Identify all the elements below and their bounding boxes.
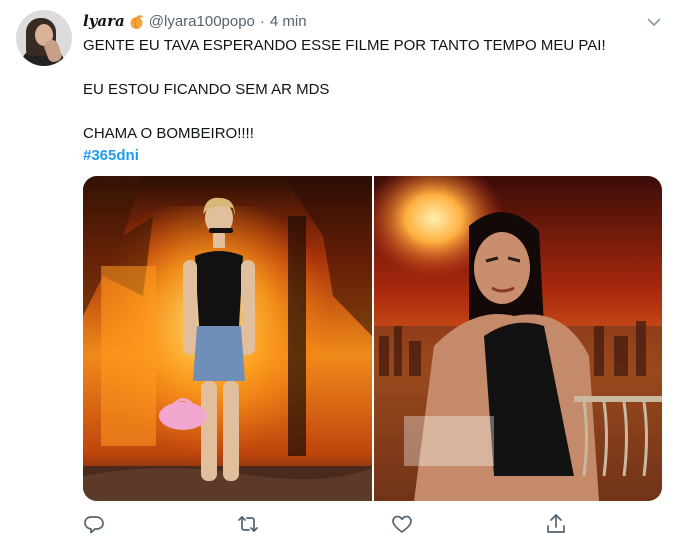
reply-icon[interactable] [82,512,106,536]
tweet-line: EU ESTOU FICANDO SEM AR MDS [83,81,330,98]
tweet-media [83,176,662,501]
chevron-down-icon[interactable] [646,14,662,30]
media-image-right[interactable] [374,176,662,501]
separator-dot: · [259,12,265,30]
tweet-header: lyara @lyara100popo · 4 min [83,10,307,32]
tweet-text: GENTE EU TAVA ESPERANDO ESSE FILME POR T… [83,35,668,167]
peach-emoji-icon [128,13,145,30]
retweet-icon[interactable] [236,512,260,536]
media-image-left[interactable] [83,176,372,501]
tweet-card[interactable]: lyara @lyara100popo · 4 min GENTE EU TAV… [0,0,680,546]
avatar[interactable] [16,10,72,66]
tweet-line: CHAMA O BOMBEIRO!!!! [83,125,254,142]
display-name[interactable]: lyara [83,12,125,30]
tweet-actions [0,510,680,540]
user-handle[interactable]: @lyara100popo [149,13,255,30]
timestamp[interactable]: 4 min [270,13,307,30]
hashtag-link[interactable]: #365dni [83,147,139,164]
share-icon[interactable] [544,512,568,536]
heart-icon[interactable] [390,512,414,536]
tweet-line: GENTE EU TAVA ESPERANDO ESSE FILME POR T… [83,37,606,54]
